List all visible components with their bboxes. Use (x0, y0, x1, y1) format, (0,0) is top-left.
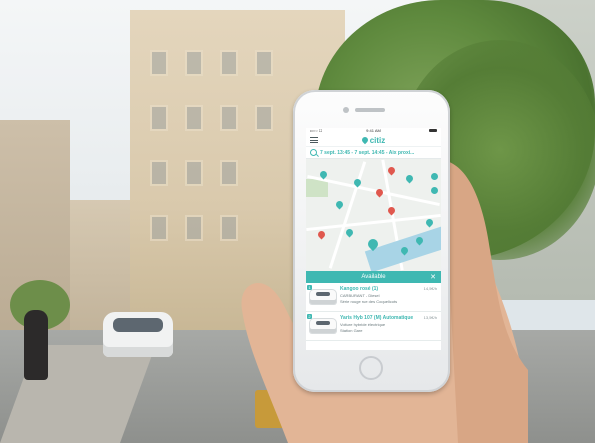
layers-icon[interactable] (431, 187, 438, 194)
car-price: 13,5€/h (423, 315, 437, 320)
search-text: 7 sept. 13:45 - 7 sept. 14:45 - Aix prox… (320, 149, 415, 156)
map-marker[interactable] (404, 173, 415, 184)
status-time: 9:41 AM (366, 128, 381, 133)
results-panel-title: Available (361, 274, 386, 280)
car-windshield (113, 318, 163, 332)
close-icon[interactable]: ✕ (430, 273, 436, 281)
brand-name: citiz (369, 135, 386, 145)
window (255, 50, 273, 76)
brand-logo: citiz (360, 135, 386, 145)
list-item[interactable]: 2 Yaris Hyb 107 (M) Automatique Voiture … (306, 312, 441, 341)
window (150, 105, 168, 131)
window (220, 105, 238, 131)
window (255, 105, 273, 131)
map-marker[interactable] (386, 165, 397, 176)
home-button[interactable] (359, 356, 383, 380)
map-marker[interactable] (344, 227, 355, 238)
window (185, 160, 203, 186)
car-price: 14,5€/h (423, 286, 437, 291)
car-detail: Série rouge rue des Coquelicots (340, 299, 398, 304)
map-marker[interactable] (334, 199, 345, 210)
front-camera (343, 107, 349, 113)
car-title: Yaris Hyb 107 (M) Automatique (340, 315, 414, 321)
window (220, 50, 238, 76)
car-subtitle: CARBURANT - Diesel (340, 293, 380, 298)
menu-icon[interactable] (310, 137, 318, 143)
window (185, 105, 203, 131)
window (150, 215, 168, 241)
list-item[interactable]: 1 Kangoo rosé (1) CARBURANT - Diesel Sér… (306, 283, 441, 312)
map-marker[interactable] (316, 229, 327, 240)
car-detail: Station Gare (340, 328, 363, 333)
window (150, 50, 168, 76)
map-marker[interactable] (424, 217, 435, 228)
car-title: Kangoo rosé (1) (340, 286, 379, 292)
phone-screen: ••○○ ☐ 9:41 AM citiz 7 sept. 13:45 - 7 s… (306, 128, 441, 350)
car-info: Kangoo rosé (1) CARBURANT - Diesel Série… (340, 286, 397, 308)
car-thumbnail (310, 290, 336, 304)
car-thumbnail (310, 319, 336, 333)
map-street (306, 213, 441, 232)
search-bar[interactable]: 7 sept. 13:45 - 7 sept. 14:45 - Aix prox… (306, 147, 441, 159)
parked-car (103, 312, 173, 357)
map-view[interactable] (306, 159, 441, 271)
search-icon[interactable] (310, 149, 317, 156)
car-info: Yaris Hyb 107 (M) Automatique Voiture hy… (340, 315, 413, 337)
location-pin-icon (360, 135, 369, 145)
earpiece-speaker (355, 108, 385, 112)
window (185, 215, 203, 241)
map-marker[interactable] (386, 205, 397, 216)
street-scene-photo: ••○○ ☐ 9:41 AM citiz 7 sept. 13:45 - 7 s… (0, 0, 595, 443)
results-panel-header: Available ✕ (306, 271, 441, 283)
app-header: citiz (306, 134, 441, 147)
item-index: 1 (307, 285, 312, 290)
map-street (328, 161, 367, 269)
pedestrian (24, 310, 48, 380)
map-marker[interactable] (374, 187, 385, 198)
window (185, 50, 203, 76)
battery-icon (429, 129, 437, 132)
item-index: 2 (307, 314, 312, 319)
car-subtitle: Voiture hybride électrique (340, 322, 386, 327)
locate-icon[interactable] (431, 173, 438, 180)
window (150, 160, 168, 186)
